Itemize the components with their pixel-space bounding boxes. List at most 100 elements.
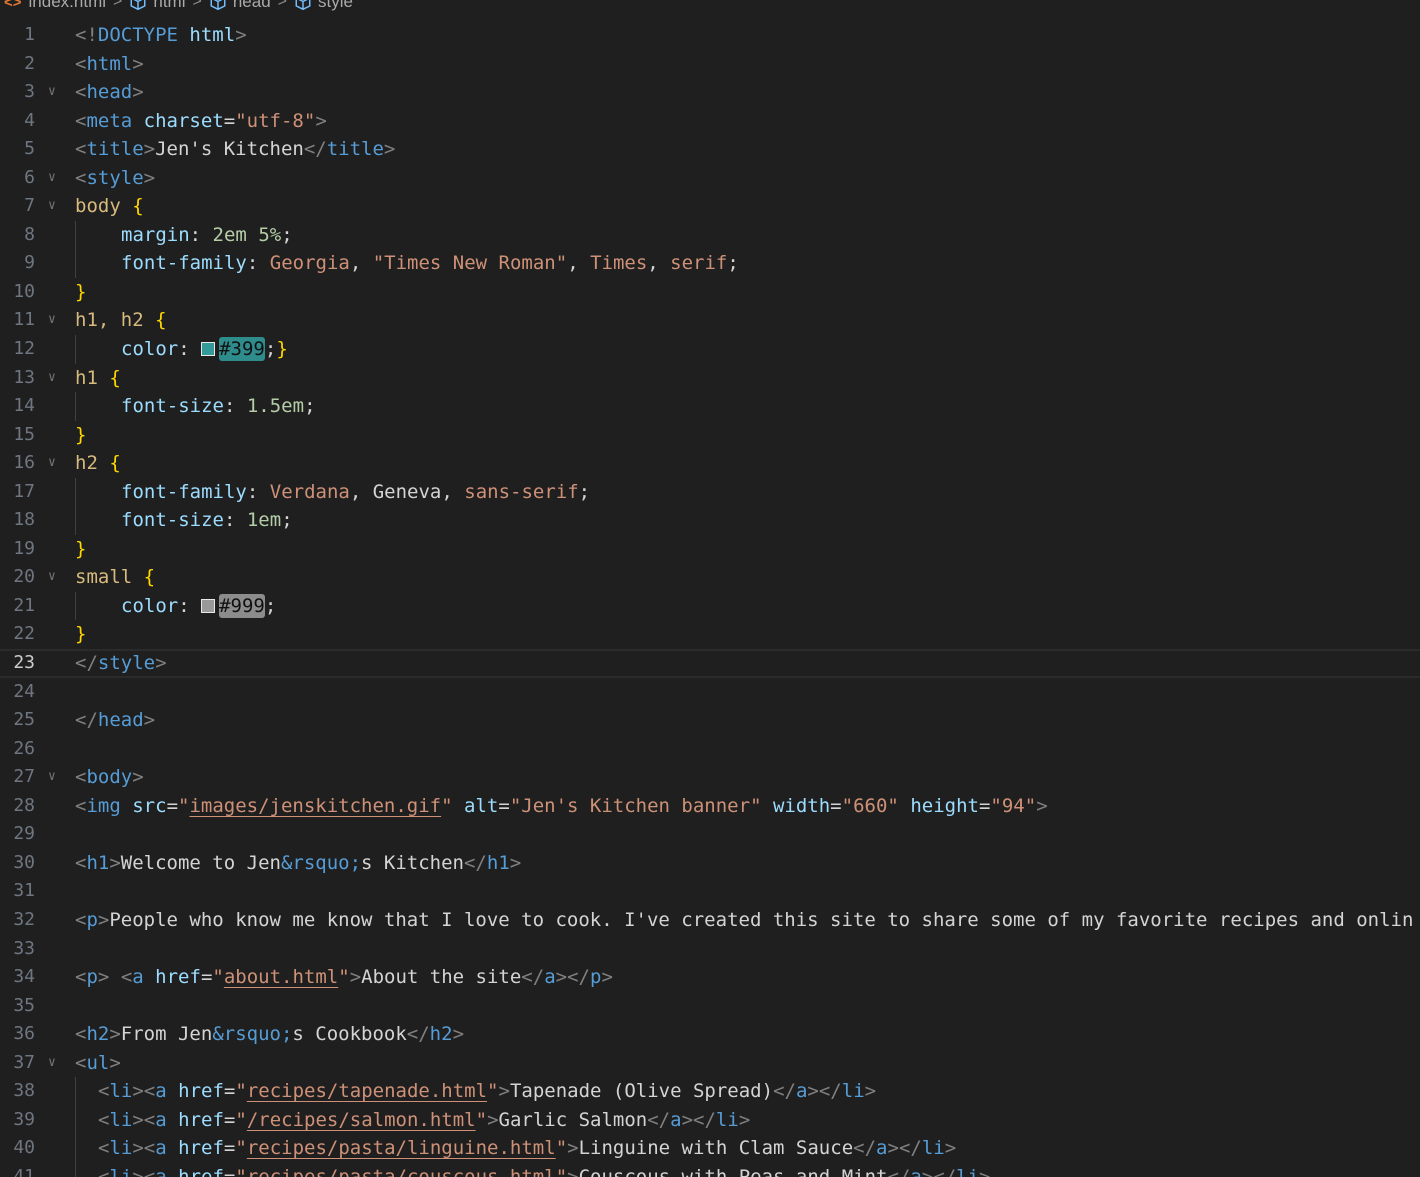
code-line[interactable]: 28 <img src="images/jenskitchen.gif" alt=… <box>0 792 1420 821</box>
code-line[interactable]: 22} <box>0 620 1420 649</box>
code-content: font-family: Georgia, "Times New Roman",… <box>121 252 739 275</box>
code-line[interactable]: 20 ∨ small { <box>0 563 1420 592</box>
fold-chevron-icon[interactable]: ∨ <box>48 78 56 107</box>
code-content: <img src="images/jenskitchen.gif" alt="J… <box>75 794 1048 817</box>
code-content: <li><a href="recipes/pasta/linguine.html… <box>98 1137 957 1160</box>
code-line[interactable]: 39 <li><a href="/recipes/salmon.html">Gar… <box>0 1105 1420 1135</box>
line-number: 18 <box>13 509 35 531</box>
code-line[interactable]: 2 <html> <box>0 50 1420 79</box>
code-line[interactable]: 30 <h1>Welcome to Jen&rsquo;s Kitchen</h1… <box>0 849 1420 878</box>
line-number: 13 <box>13 366 35 388</box>
fold-chevron-icon[interactable]: ∨ <box>48 449 56 478</box>
code-content: font-size: 1em; <box>121 509 293 532</box>
fold-chevron-icon[interactable]: ∨ <box>48 1049 56 1078</box>
line-number: 12 <box>13 338 35 360</box>
code-line[interactable]: 26 <box>0 735 1420 764</box>
code-content: } <box>75 537 87 560</box>
code-line[interactable]: 13 ∨ h1 { <box>0 364 1420 393</box>
code-line[interactable]: 15} <box>0 421 1420 450</box>
code-line[interactable]: 40 <li><a href="recipes/pasta/linguine.ht… <box>0 1134 1420 1163</box>
code-line[interactable]: 33 <box>0 935 1420 964</box>
fold-chevron-icon[interactable]: ∨ <box>48 563 56 592</box>
code-line[interactable]: 24 <box>0 678 1420 707</box>
fold-chevron-icon[interactable]: ∨ <box>48 164 56 193</box>
line-number: 4 <box>24 109 35 131</box>
code-line[interactable]: 19} <box>0 535 1420 564</box>
line-number: 6 <box>24 166 35 188</box>
code-line[interactable]: 7 ∨ body { <box>0 192 1420 221</box>
line-number: 27 <box>13 766 35 788</box>
code-line[interactable]: 4 <meta charset="utf-8"> <box>0 107 1420 136</box>
code-line[interactable]: 3 ∨ <head> <box>0 78 1420 107</box>
line-number: 11 <box>13 309 35 331</box>
line-number: 38 <box>13 1080 35 1102</box>
code-content: } <box>75 623 87 646</box>
line-number: 21 <box>13 594 35 616</box>
line-number: 36 <box>13 1023 35 1045</box>
code-line[interactable]: 36 <h2>From Jen&rsquo;s Cookbook</h2> <box>0 1020 1420 1049</box>
code-content: <title>Jen's Kitchen</title> <box>75 138 396 161</box>
fold-chevron-icon[interactable]: ∨ <box>48 364 56 393</box>
code-content: h1 { <box>75 366 121 389</box>
code-line[interactable]: 17 font-family: Verdana, Geneva, sans-ser… <box>0 477 1420 507</box>
code-line[interactable]: 32 <p>People who know me know that I love… <box>0 906 1420 935</box>
code-line[interactable]: 12 color: #399;} <box>0 335 1420 364</box>
code-line[interactable]: 5 <title>Jen's Kitchen</title> <box>0 135 1420 164</box>
symbol-element-icon <box>129 0 147 11</box>
code-line[interactable]: 37 ∨ <ul> <box>0 1049 1420 1078</box>
code-line[interactable]: 41 <li><a href="recipes/pasta/couscous.ht… <box>0 1162 1420 1177</box>
code-line[interactable]: 29 <box>0 820 1420 849</box>
code-line[interactable]: 31 <box>0 877 1420 906</box>
line-number: 33 <box>13 937 35 959</box>
code-line[interactable]: 27 ∨ <body> <box>0 763 1420 792</box>
code-content: <body> <box>75 766 144 789</box>
code-editor[interactable]: <> index.html > html > head > style 1 <!D… <box>0 0 1420 1177</box>
breadcrumb-item-html[interactable]: html <box>129 0 185 12</box>
chevron-right-icon: > <box>113 0 123 10</box>
fold-chevron-icon[interactable]: ∨ <box>48 192 56 221</box>
code-line[interactable]: 18 font-size: 1em; <box>0 506 1420 535</box>
line-number: 41 <box>13 1165 35 1177</box>
line-number: 32 <box>13 908 35 930</box>
line-number: 37 <box>13 1051 35 1073</box>
breadcrumb-head-label: head <box>232 0 271 11</box>
code-line[interactable]: 21 color: #999; <box>0 591 1420 621</box>
code-line[interactable]: 16 ∨ h2 { <box>0 449 1420 478</box>
color-swatch-icon[interactable] <box>201 342 216 357</box>
code-content: <!DOCTYPE html> <box>75 24 247 46</box>
line-number: 25 <box>13 709 35 731</box>
code-content: <meta charset="utf-8"> <box>75 109 327 132</box>
code-line[interactable]: 9 font-family: Georgia, "Times New Roman"… <box>0 249 1420 278</box>
breadcrumb-item-head[interactable]: head <box>209 0 271 12</box>
code-content: font-family: Verdana, Geneva, sans-serif… <box>121 480 591 503</box>
breadcrumb: <> index.html > html > head > style <box>0 0 353 13</box>
code-line[interactable]: 1 <!DOCTYPE html> <box>0 21 1420 50</box>
code-content: <html> <box>75 52 144 75</box>
color-swatch-icon[interactable] <box>201 598 216 613</box>
code-content: <h2>From Jen&rsquo;s Cookbook</h2> <box>75 1023 465 1046</box>
code-line[interactable]: 8 margin: 2em 5%; <box>0 220 1420 250</box>
code-line[interactable]: 6 ∨ <style> <box>0 164 1420 193</box>
code-line[interactable]: 11 ∨ h1, h2 { <box>0 306 1420 335</box>
line-number: 35 <box>13 994 35 1016</box>
code-line[interactable]: 14 font-size: 1.5em; <box>0 392 1420 421</box>
line-number: 17 <box>13 480 35 502</box>
code-line[interactable]: 25 </head> <box>0 706 1420 735</box>
line-number: 19 <box>13 537 35 559</box>
line-number: 29 <box>13 823 35 845</box>
code-line[interactable]: 23 </style> <box>0 649 1420 678</box>
code-content: <li><a href="recipes/tapenade.html">Tape… <box>98 1080 877 1103</box>
fold-chevron-icon[interactable]: ∨ <box>48 306 56 335</box>
chevron-right-icon: > <box>192 0 202 10</box>
breadcrumb-item-style[interactable]: style <box>294 0 353 12</box>
breadcrumb-item-file[interactable]: <> index.html <box>0 0 106 12</box>
code-line[interactable]: 10} <box>0 278 1420 307</box>
code-line[interactable]: 38 <li><a href="recipes/tapenade.html">Ta… <box>0 1077 1420 1106</box>
code-area[interactable]: 1 <!DOCTYPE html> 2 <html> 3 ∨ <head> 4 <meta ch… <box>0 21 1420 1177</box>
code-line[interactable]: 35 <box>0 992 1420 1021</box>
fold-chevron-icon[interactable]: ∨ <box>48 763 56 792</box>
code-line[interactable]: 34 <p> <a href="about.html">About the sit… <box>0 963 1420 992</box>
code-content: color: #399;} <box>121 337 288 362</box>
code-content: h2 { <box>75 452 121 475</box>
code-content: <li><a href="recipes/pasta/couscous.html… <box>98 1165 991 1177</box>
